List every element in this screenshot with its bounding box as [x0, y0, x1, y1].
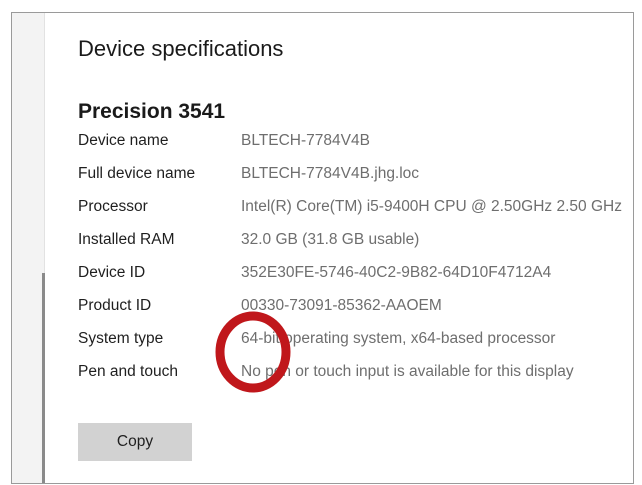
spec-value: 64-bit operating system, x64-based proce…: [241, 330, 556, 347]
spec-label: Device name: [78, 132, 169, 149]
spec-label: Full device name: [78, 165, 196, 182]
device-model: Precision 3541: [78, 100, 226, 123]
spec-row-device-id: Device ID 352E30FE-5746-40C2-9B82-64D10F…: [78, 262, 634, 283]
spec-row-system-type: System type 64-bit operating system, x64…: [78, 328, 634, 349]
spec-label: Pen and touch: [78, 363, 178, 380]
spec-value: No pen or touch input is available for t…: [241, 363, 574, 380]
copy-button[interactable]: Copy: [78, 423, 192, 461]
spec-value: 352E30FE-5746-40C2-9B82-64D10F4712A4: [241, 264, 552, 281]
spec-label: Processor: [78, 198, 148, 215]
spec-row-installed-ram: Installed RAM 32.0 GB (31.8 GB usable): [78, 229, 634, 250]
navigation-pane: [12, 13, 45, 483]
spec-value: 32.0 GB (31.8 GB usable): [241, 231, 420, 248]
page-title: Device specifications: [78, 36, 284, 61]
spec-row-processor: Processor Intel(R) Core(TM) i5-9400H CPU…: [78, 196, 634, 217]
spec-row-product-id: Product ID 00330-73091-85362-AAOEM: [78, 295, 634, 316]
spec-label: System type: [78, 330, 164, 347]
spec-value: BLTECH-7784V4B: [241, 132, 370, 149]
spec-row-device-name: Device name BLTECH-7784V4B: [78, 130, 634, 151]
spec-row-full-device-name: Full device name BLTECH-7784V4B.jhg.loc: [78, 163, 634, 184]
spec-label: Device ID: [78, 264, 146, 281]
spec-label: Installed RAM: [78, 231, 175, 248]
spec-label: Product ID: [78, 297, 152, 314]
spec-value: Intel(R) Core(TM) i5-9400H CPU @ 2.50GHz…: [241, 198, 622, 215]
spec-value: 00330-73091-85362-AAOEM: [241, 297, 442, 314]
device-specs-list: Device name BLTECH-7784V4B Full device n…: [78, 130, 634, 394]
spec-value: BLTECH-7784V4B.jhg.loc: [241, 165, 420, 182]
scrollbar[interactable]: [42, 273, 45, 483]
spec-row-pen-and-touch: Pen and touch No pen or touch input is a…: [78, 361, 634, 382]
